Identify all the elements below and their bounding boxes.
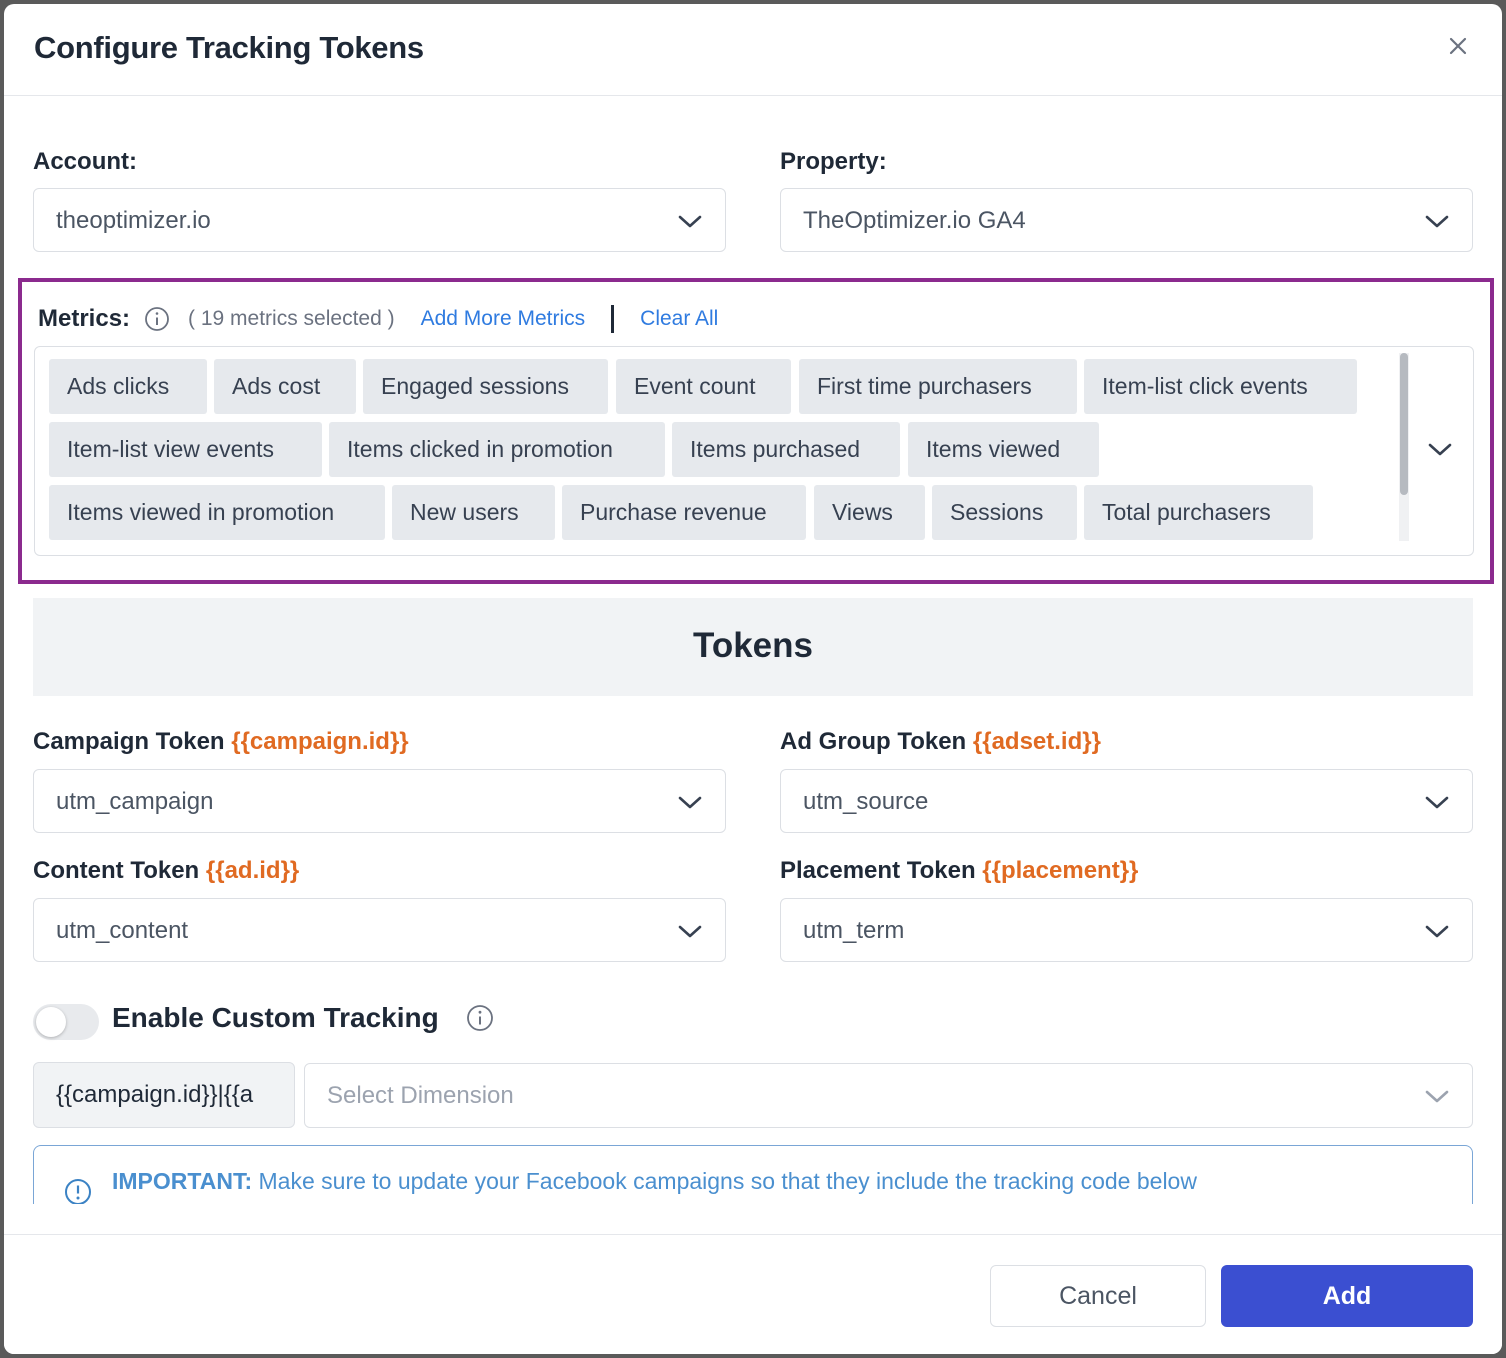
chevron-down-icon (1425, 796, 1449, 809)
campaign-token-select[interactable]: utm_campaign (33, 769, 726, 833)
custom-token-input[interactable]: {{campaign.id}}|{{a (33, 1062, 295, 1128)
content-token-code: {{ad.id}} (205, 857, 300, 884)
chevron-down-icon (678, 215, 702, 228)
metrics-header: Metrics: ( 19 metrics selected ) Add Mor… (38, 304, 718, 334)
custom-token-value: {{campaign.id}}|{{a (56, 1081, 254, 1108)
ad-group-token-code: {{adset.id}} (972, 728, 1101, 755)
metric-chip[interactable]: Views (814, 485, 925, 540)
property-label: Property: (780, 148, 887, 175)
account-select[interactable]: theoptimizer.io (33, 188, 726, 252)
tokens-heading: Tokens (693, 626, 813, 665)
notice-strong: IMPORTANT: (112, 1168, 253, 1194)
metric-chip[interactable]: Total purchasers (1084, 485, 1313, 540)
metric-chip[interactable]: First time purchasers (799, 359, 1077, 414)
account-label: Account: (33, 148, 137, 175)
modal-title: Configure Tracking Tokens (34, 30, 424, 65)
divider (611, 305, 615, 333)
property-select[interactable]: TheOptimizer.io GA4 (780, 188, 1473, 252)
placement-token-code: {{placement}} (982, 857, 1139, 884)
campaign-token-value: utm_campaign (56, 788, 214, 815)
chevron-down-icon (678, 925, 702, 938)
campaign-token-label: Campaign Token {{campaign.id}} (33, 728, 409, 756)
custom-tracking-toggle[interactable] (33, 1004, 99, 1040)
metric-chip[interactable]: New users (392, 485, 555, 540)
metric-chip[interactable]: Event count (616, 359, 791, 414)
info-icon[interactable] (144, 306, 170, 332)
campaign-token-label-text: Campaign Token (33, 728, 225, 755)
metric-chip[interactable]: Engaged sessions (363, 359, 608, 414)
placement-token-label-text: Placement Token (780, 857, 976, 884)
select-dimension-placeholder: Select Dimension (327, 1082, 514, 1109)
tokens-banner: Tokens (33, 598, 1473, 696)
metric-chip[interactable]: Items clicked in promotion (329, 422, 665, 477)
content-token-select[interactable]: utm_content (33, 898, 726, 962)
placement-token-label: Placement Token {{placement}} (780, 857, 1138, 885)
chevron-down-icon (1425, 925, 1449, 938)
info-icon[interactable] (466, 1004, 494, 1032)
scroll-clip (4, 1204, 1502, 1234)
metrics-count: ( 19 metrics selected ) (188, 307, 395, 330)
toggle-knob (36, 1007, 66, 1037)
content-token-label: Content Token {{ad.id}} (33, 857, 299, 885)
cancel-button[interactable]: Cancel (990, 1265, 1206, 1327)
metric-chip[interactable]: Purchase revenue (562, 485, 806, 540)
metrics-section: Metrics: ( 19 metrics selected ) Add Mor… (18, 278, 1494, 584)
metric-chip[interactable]: Sessions (932, 485, 1077, 540)
ad-group-token-label-text: Ad Group Token (780, 728, 967, 755)
metric-chip[interactable]: Item-list click events (1084, 359, 1357, 414)
chevron-down-icon[interactable] (1427, 437, 1453, 461)
metrics-label: Metrics: (38, 305, 131, 332)
close-icon[interactable] (1446, 34, 1470, 58)
account-value: theoptimizer.io (56, 207, 211, 234)
ad-group-token-label: Ad Group Token {{adset.id}} (780, 728, 1101, 756)
placement-token-value: utm_term (803, 917, 905, 944)
metrics-multiselect[interactable]: Ads clicks Ads cost Engaged sessions Eve… (34, 346, 1474, 556)
content-token-value: utm_content (56, 917, 189, 944)
custom-tracking-label: Enable Custom Tracking (112, 1002, 439, 1033)
metric-chip[interactable]: Ads cost (214, 359, 356, 414)
select-dimension-dropdown[interactable]: Select Dimension (304, 1063, 1473, 1128)
property-value: TheOptimizer.io GA4 (803, 207, 1026, 234)
notice-text: IMPORTANT: Make sure to update your Face… (112, 1168, 1197, 1195)
modal-footer: Cancel Add (4, 1234, 1502, 1354)
metric-chip[interactable]: Ads clicks (49, 359, 207, 414)
metric-chip[interactable]: Items purchased (672, 422, 900, 477)
add-more-metrics-link[interactable]: Add More Metrics (421, 307, 586, 331)
modal-header: Configure Tracking Tokens (4, 4, 1502, 96)
ad-group-token-value: utm_source (803, 788, 929, 815)
metric-chip[interactable]: Items viewed (908, 422, 1099, 477)
alert-circle-icon (65, 1179, 91, 1205)
configure-tracking-modal: Configure Tracking Tokens Account: theop… (4, 4, 1502, 1354)
ad-group-token-select[interactable]: utm_source (780, 769, 1473, 833)
metric-chip[interactable]: Item-list view events (49, 422, 322, 477)
clear-all-link[interactable]: Clear All (640, 307, 718, 331)
metric-chip[interactable]: Items viewed in promotion (49, 485, 385, 540)
scroll-thumb[interactable] (1400, 353, 1408, 495)
add-button[interactable]: Add (1221, 1265, 1473, 1327)
content-token-label-text: Content Token (33, 857, 200, 884)
chevron-down-icon (678, 796, 702, 809)
campaign-token-code: {{campaign.id}} (231, 728, 409, 755)
chevron-down-icon (1425, 1090, 1449, 1103)
chevron-down-icon (1425, 215, 1449, 228)
metrics-scrollbar[interactable] (1399, 353, 1409, 541)
placement-token-select[interactable]: utm_term (780, 898, 1473, 962)
notice-message: Make sure to update your Facebook campai… (252, 1168, 1197, 1194)
